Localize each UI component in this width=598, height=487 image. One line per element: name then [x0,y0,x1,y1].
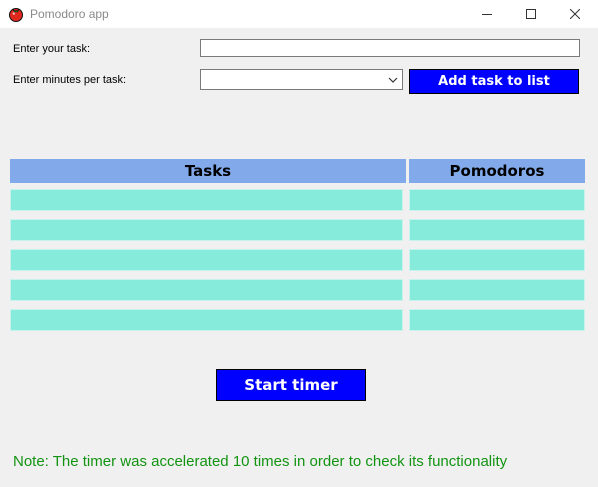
close-icon [570,9,580,19]
maximize-button[interactable] [508,0,554,28]
minutes-label: Enter minutes per task: [13,74,127,86]
task-cell [10,189,403,211]
pomodoros-cell [409,249,585,271]
maximize-icon [526,9,536,19]
task-input[interactable] [200,39,580,57]
pomodoros-cell [409,219,585,241]
add-task-button[interactable]: Add task to list [409,69,579,94]
task-cell [10,249,403,271]
task-cell [10,309,403,331]
minimize-icon [482,14,492,15]
timer-note: Note: The timer was accelerated 10 times… [13,453,508,470]
window-title: Pomodoro app [30,7,109,21]
task-label: Enter your task: [13,43,91,55]
pomodoros-cell [409,189,585,211]
tasks-column-header: Tasks [10,159,406,183]
minimize-button[interactable] [464,0,510,28]
title-bar[interactable]: Pomodoro app [0,0,598,28]
pomodoros-column-header: Pomodoros [409,159,585,183]
minutes-dropdown[interactable] [200,69,403,90]
app-window: Pomodoro app Enter your task: Enter minu… [0,0,598,487]
start-timer-button[interactable]: Start timer [216,369,366,401]
close-button[interactable] [552,0,598,28]
pomodoros-cell [409,309,585,331]
pomodoros-cell [409,279,585,301]
task-cell [10,279,403,301]
chevron-down-icon [388,77,398,83]
tomato-icon [9,8,23,22]
task-cell [10,219,403,241]
